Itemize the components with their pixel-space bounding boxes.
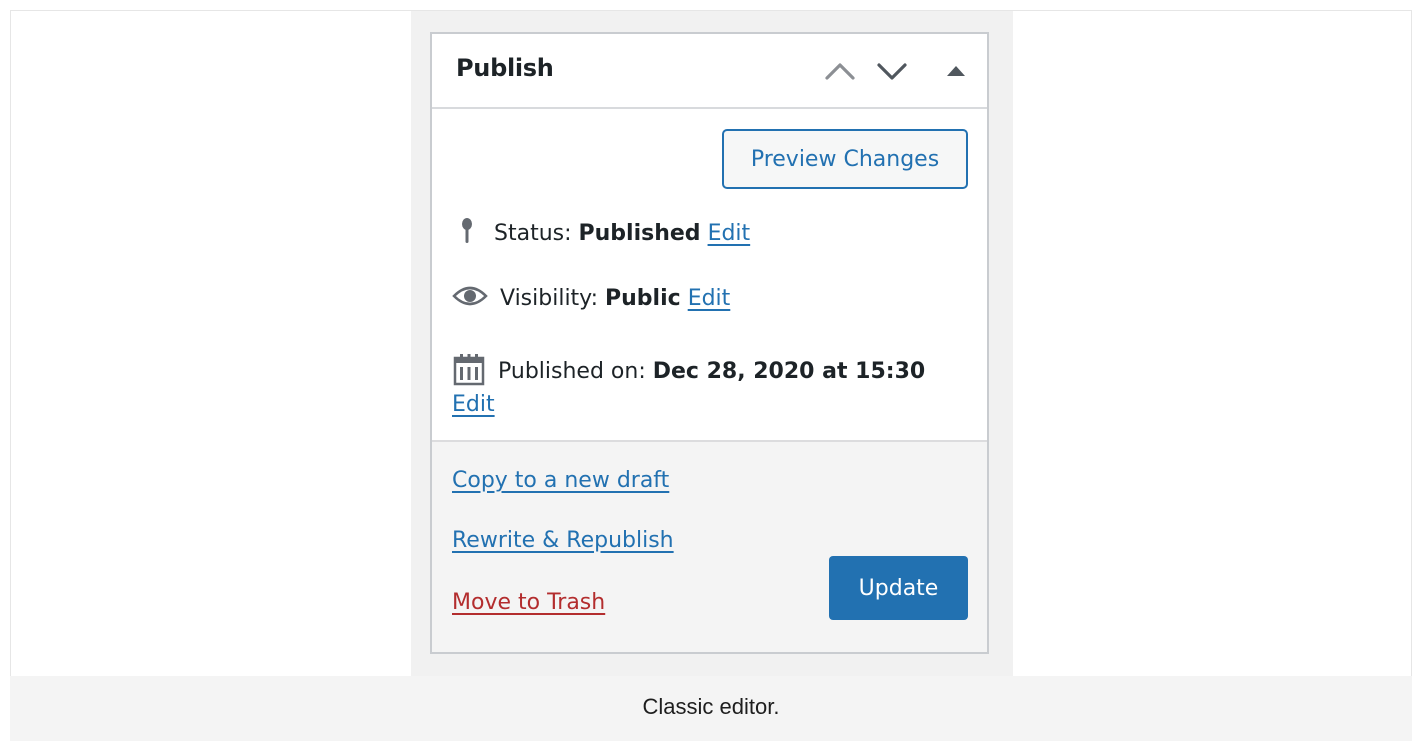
edit-visibility-link[interactable]: Edit (688, 286, 731, 311)
status-value: Published (578, 221, 701, 246)
calendar-icon (452, 352, 486, 392)
published-on-row: Published on: Dec 28, 2020 at 15:30 (452, 352, 925, 392)
published-on-label: Published on: (498, 359, 646, 384)
publish-box-footer: Copy to a new draft Rewrite & Republish … (432, 440, 987, 652)
status-label: Status: (494, 221, 572, 246)
move-down-button[interactable] (874, 56, 910, 86)
triangle-up-icon (947, 66, 965, 76)
visibility-value: Public (605, 286, 681, 311)
copy-to-new-draft-link[interactable]: Copy to a new draft (452, 468, 669, 493)
status-row: Status: Published Edit (452, 216, 750, 252)
edit-status-link[interactable]: Edit (708, 221, 751, 246)
move-up-button[interactable] (822, 56, 858, 86)
rewrite-republish-link[interactable]: Rewrite & Republish (452, 528, 674, 553)
toggle-panel-button[interactable] (938, 56, 974, 86)
chevron-up-icon (825, 63, 855, 80)
preview-changes-button[interactable]: Preview Changes (722, 129, 968, 189)
visibility-label: Visibility: (500, 286, 599, 311)
move-to-trash-link[interactable]: Move to Trash (452, 590, 605, 615)
publish-box-header: Publish (432, 34, 987, 109)
published-on-value: Dec 28, 2020 at 15:30 (652, 359, 926, 384)
update-button[interactable]: Update (829, 556, 968, 620)
chevron-down-icon (877, 63, 907, 80)
visibility-row: Visibility: Public Edit (452, 284, 730, 314)
caption-text: Classic editor. (642, 693, 780, 719)
publish-meta-box: Publish Preview Changes Status: Publishe… (430, 32, 989, 654)
pin-icon (452, 216, 482, 252)
eye-icon (452, 284, 488, 314)
caption-bar: Classic editor. (10, 676, 1412, 741)
publish-box-title: Publish (456, 54, 554, 82)
edit-date-link[interactable]: Edit (452, 392, 495, 417)
